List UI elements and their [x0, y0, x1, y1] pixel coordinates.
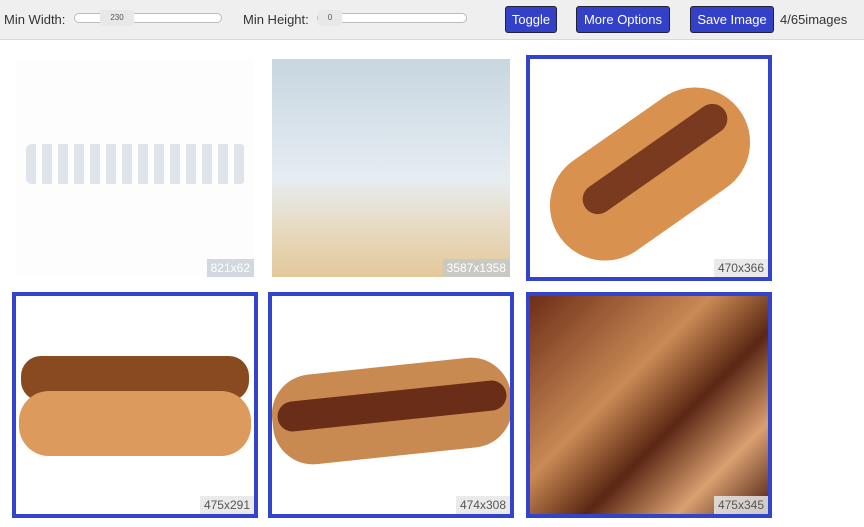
image-count: 4/65images — [780, 12, 848, 27]
hotdog-image — [16, 296, 254, 514]
toolbar: Min Width: 230 Min Height: 0 Toggle More… — [0, 0, 864, 40]
toggle-button[interactable]: Toggle — [505, 6, 557, 33]
save-image-button[interactable]: Save Image — [690, 6, 774, 33]
more-options-button[interactable]: More Options — [576, 6, 670, 33]
min-width-label: Min Width: — [4, 12, 66, 27]
sky-landscape-image — [272, 59, 510, 277]
min-height-value[interactable]: 0 — [318, 10, 342, 26]
image-size: 470x366 — [713, 259, 768, 277]
hotdogs-image — [530, 296, 768, 514]
image-tile[interactable]: 475x291 — [12, 292, 258, 518]
min-height-label: Min Height: — [243, 12, 309, 27]
image-size: 3587x1358 — [442, 259, 510, 277]
image-size: 475x345 — [713, 496, 768, 514]
image-tile[interactable]: 470x366 — [526, 55, 772, 281]
min-width-value[interactable]: 230 — [100, 10, 134, 26]
image-tile[interactable]: 3587x1358 — [268, 55, 514, 281]
image-size: 475x291 — [199, 496, 254, 514]
image-tile[interactable]: 475x345 — [526, 292, 772, 518]
hotdog-image — [530, 59, 768, 277]
icon-sprite-image — [16, 59, 254, 277]
hotdog-image — [272, 296, 510, 514]
image-size: 821x62 — [206, 259, 254, 277]
min-width-slider[interactable] — [74, 13, 222, 23]
image-size: 474x308 — [455, 496, 510, 514]
image-tile[interactable]: 821x62 — [12, 55, 258, 281]
image-tile[interactable]: 474x308 — [268, 292, 514, 518]
